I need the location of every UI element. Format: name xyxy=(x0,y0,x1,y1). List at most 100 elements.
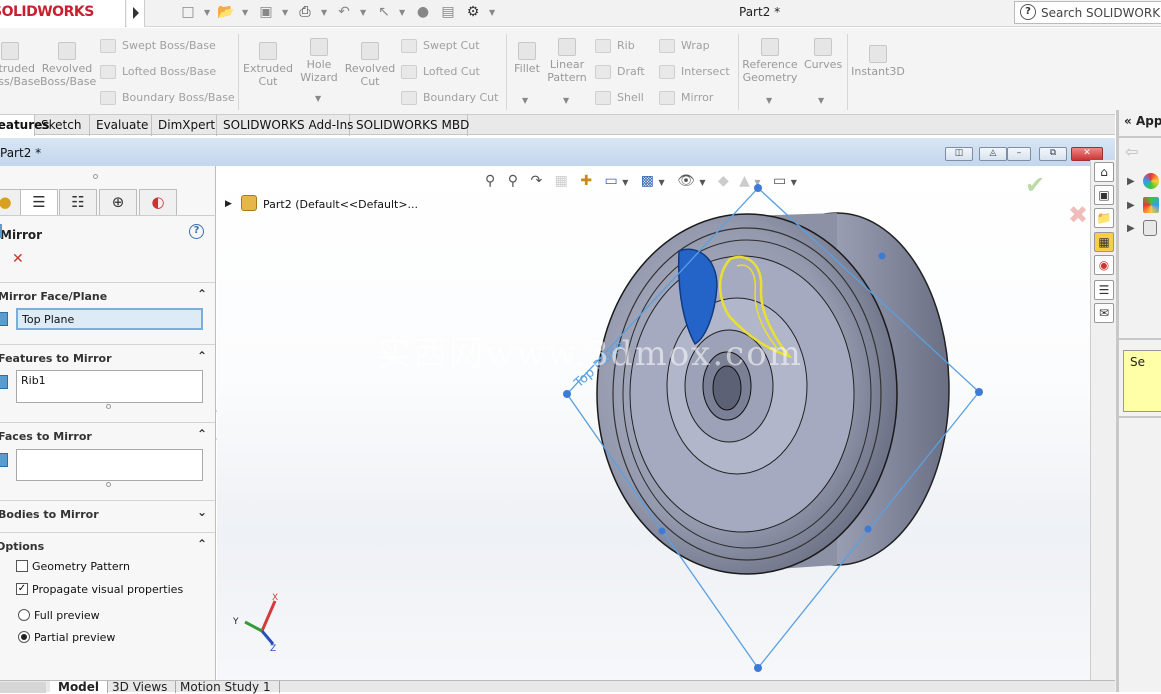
full-preview-radio[interactable] xyxy=(18,609,30,621)
view-palette-icon[interactable]: ▦ xyxy=(1094,232,1114,252)
chevron-down-icon[interactable]: ▼ xyxy=(399,8,405,17)
hole-wizard-button[interactable]: Hole Wizard xyxy=(296,38,342,84)
chevron-down-icon[interactable]: ▼ xyxy=(563,96,569,105)
chevron-down-icon[interactable]: ▼ xyxy=(242,8,248,17)
select-cursor-icon[interactable]: ↖ xyxy=(374,4,394,22)
custom-properties-icon[interactable]: ☰ xyxy=(1094,280,1114,300)
chevron-down-icon[interactable]: ▼ xyxy=(321,8,327,17)
cancel-close-icon[interactable]: ✕ xyxy=(12,251,24,267)
search-field[interactable]: ? Search SOLIDWORKS He xyxy=(1014,1,1161,24)
mirror-plane-selection-box[interactable]: Top Plane xyxy=(16,308,203,330)
chevron-up-icon[interactable]: ⌃ xyxy=(197,287,207,301)
chevron-down-icon[interactable]: ▼ xyxy=(315,94,321,103)
section-faces-to-mirror[interactable]: Faces to Mirror ⌃ xyxy=(0,422,215,448)
chevron-up-icon[interactable]: ⌃ xyxy=(197,427,207,441)
section-options[interactable]: Options ⌃ xyxy=(0,532,215,558)
rib-button[interactable]: Rib xyxy=(595,39,635,53)
graphics-area[interactable]: ▶ Part2 (Default<<Default>... ⚲ ⚲ ↷ ▦ ✚ … xyxy=(217,166,1090,692)
file-properties-icon[interactable]: ▤ xyxy=(438,4,458,22)
minimize-icon[interactable]: – xyxy=(1007,147,1031,161)
reference-geometry-button[interactable]: Reference Geometry xyxy=(741,38,799,84)
geometry-pattern-checkbox[interactable] xyxy=(16,560,28,572)
help-icon[interactable]: ? xyxy=(189,224,204,239)
resize-grip[interactable] xyxy=(106,482,111,487)
print-icon[interactable]: ⎙ xyxy=(295,4,315,22)
wrap-button[interactable]: Wrap xyxy=(659,39,710,53)
tab-dimxpert[interactable]: DimXpert xyxy=(152,115,217,136)
chevron-down-icon[interactable]: ▼ xyxy=(818,96,824,105)
curves-button[interactable]: Curves xyxy=(804,38,842,71)
tab-features[interactable]: Features xyxy=(0,115,49,136)
expand-arrow-icon[interactable]: ▶ xyxy=(1127,200,1135,211)
boundary-cut-button[interactable]: Boundary Cut xyxy=(401,91,498,105)
chevron-down-icon[interactable]: ⌄ xyxy=(197,505,207,519)
section-features-to-mirror[interactable]: Features to Mirror ⌃ xyxy=(0,344,215,370)
fillet-button[interactable]: Fillet xyxy=(509,42,545,75)
boundary-boss-button[interactable]: Boundary Boss/Base xyxy=(100,91,235,105)
tab-evaluate[interactable]: Evaluate xyxy=(90,115,152,136)
close-icon[interactable]: ✕ xyxy=(1071,147,1103,161)
section-bodies-to-mirror[interactable]: Bodies to Mirror ⌄ xyxy=(0,500,215,526)
tab-addins[interactable]: SOLIDWORKS Add-Ins xyxy=(217,115,353,136)
section-mirror-face-plane[interactable]: Mirror Face/Plane ⌃ xyxy=(0,282,215,308)
chevron-down-icon[interactable]: ▼ xyxy=(766,96,772,105)
restore-icon[interactable]: ⧉ xyxy=(1039,147,1067,161)
home-icon[interactable]: ⌂ xyxy=(1094,162,1114,182)
save-icon[interactable]: ▣ xyxy=(256,4,276,22)
linear-pattern-button[interactable]: Linear Pattern xyxy=(546,38,588,84)
revolve-cut-button[interactable]: Revolved Cut xyxy=(344,42,396,88)
tab-3d-views[interactable]: 3D Views xyxy=(104,681,177,694)
instant3d-button[interactable]: Instant3D xyxy=(850,45,906,78)
dimxpert-manager-tab-icon[interactable]: ⊕ xyxy=(99,189,137,215)
chevron-down-icon[interactable]: ▼ xyxy=(360,8,366,17)
gear-icon[interactable]: ⚙ xyxy=(463,4,483,22)
forum-icon[interactable]: ✉ xyxy=(1094,303,1114,323)
undo-icon[interactable]: ↶ xyxy=(334,4,354,22)
extrude-cut-button[interactable]: Extruded Cut xyxy=(242,42,294,88)
tab-model[interactable]: Model xyxy=(50,681,109,694)
help-icon[interactable]: ? xyxy=(1020,4,1036,20)
plane-handle[interactable] xyxy=(563,390,571,398)
appearance-ball-icon[interactable] xyxy=(1143,173,1159,189)
configuration-manager-tab-icon[interactable]: ☷ xyxy=(59,189,97,215)
plane-handle[interactable] xyxy=(754,184,762,192)
property-manager-tab-icon[interactable]: ☰ xyxy=(20,189,58,215)
chevron-down-icon[interactable]: ▼ xyxy=(522,96,528,105)
lofted-cut-button[interactable]: Lofted Cut xyxy=(401,65,480,79)
draft-button[interactable]: Draft xyxy=(595,65,645,79)
shell-button[interactable]: Shell xyxy=(595,91,644,105)
design-library-icon[interactable]: ▣ xyxy=(1094,185,1114,205)
tile-vertical-icon[interactable]: ◬ xyxy=(979,147,1007,161)
new-document-icon[interactable]: □ xyxy=(178,4,198,22)
resize-grip[interactable] xyxy=(106,404,111,409)
swept-cut-button[interactable]: Swept Cut xyxy=(401,39,480,53)
chevron-up-icon[interactable]: ⌃ xyxy=(197,537,207,551)
swept-boss-button[interactable]: Swept Boss/Base xyxy=(100,39,216,53)
features-selection-box[interactable]: Rib1 xyxy=(16,370,203,403)
menu-expand-arrow[interactable] xyxy=(127,0,145,27)
mirror-button[interactable]: Mirror xyxy=(659,91,713,105)
revolve-boss-button[interactable]: Revolved Boss/Base xyxy=(40,42,96,88)
extrude-boss-button[interactable]: Extruded Boss/Base xyxy=(0,42,40,88)
chevron-down-icon[interactable]: ▼ xyxy=(282,8,288,17)
display-manager-tab-icon[interactable]: ◐ xyxy=(139,189,177,215)
scenes-icon[interactable] xyxy=(1143,197,1159,213)
open-folder-icon[interactable]: 📂 xyxy=(216,4,236,22)
back-arrow-icon[interactable]: ⇦ xyxy=(1125,142,1138,161)
appearances-icon[interactable]: ◉ xyxy=(1094,255,1114,275)
rebuild-icon[interactable]: ● xyxy=(413,4,433,22)
tab-motion-study[interactable]: Motion Study 1 xyxy=(172,681,280,694)
decals-icon[interactable] xyxy=(1143,220,1157,236)
chevron-down-icon[interactable]: ▼ xyxy=(489,8,495,17)
intersect-button[interactable]: Intersect xyxy=(659,65,730,79)
chevron-up-icon[interactable]: ⌃ xyxy=(197,349,207,363)
panel-grip-handle[interactable] xyxy=(93,174,98,179)
partial-preview-radio[interactable] xyxy=(18,631,30,643)
tab-sketch[interactable]: Sketch xyxy=(35,115,90,136)
solidworks-logo[interactable]: SOLIDWORKS xyxy=(0,0,126,27)
lofted-boss-button[interactable]: Lofted Boss/Base xyxy=(100,65,216,79)
chevron-down-icon[interactable]: ▼ xyxy=(204,8,210,17)
propagate-visual-checkbox[interactable]: ✓ xyxy=(16,583,28,595)
expand-arrow-icon[interactable]: ▶ xyxy=(1127,176,1135,187)
plane-handle[interactable] xyxy=(754,664,762,672)
